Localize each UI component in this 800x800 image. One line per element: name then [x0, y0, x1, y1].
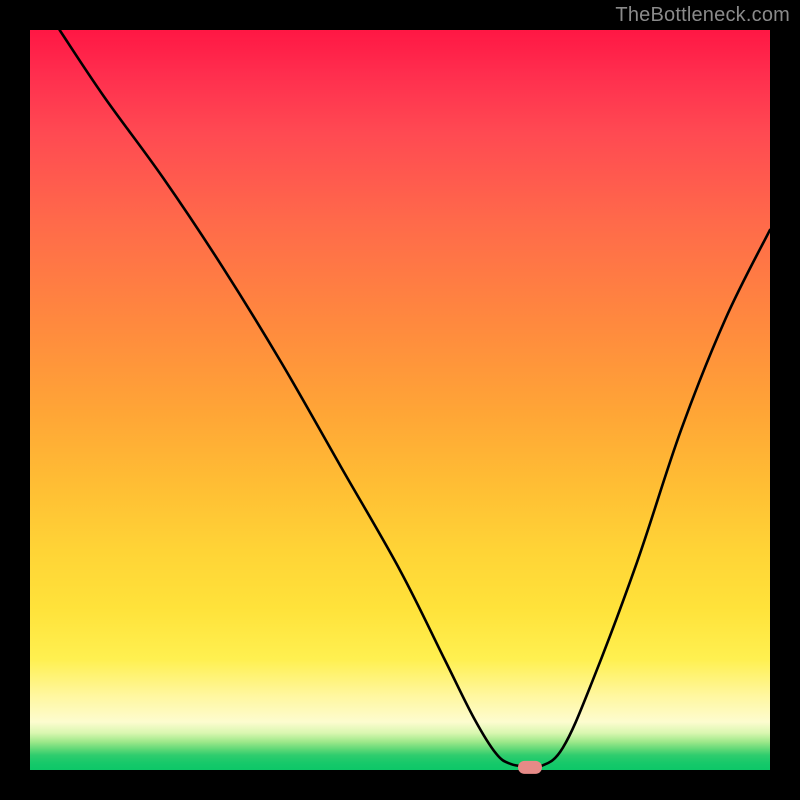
watermark-label: TheBottleneck.com — [615, 4, 790, 27]
optimal-marker — [518, 761, 542, 774]
bottleneck-curve — [60, 30, 770, 768]
plot-area — [30, 30, 770, 770]
curve-layer — [30, 30, 770, 770]
chart-frame: TheBottleneck.com — [0, 0, 800, 800]
